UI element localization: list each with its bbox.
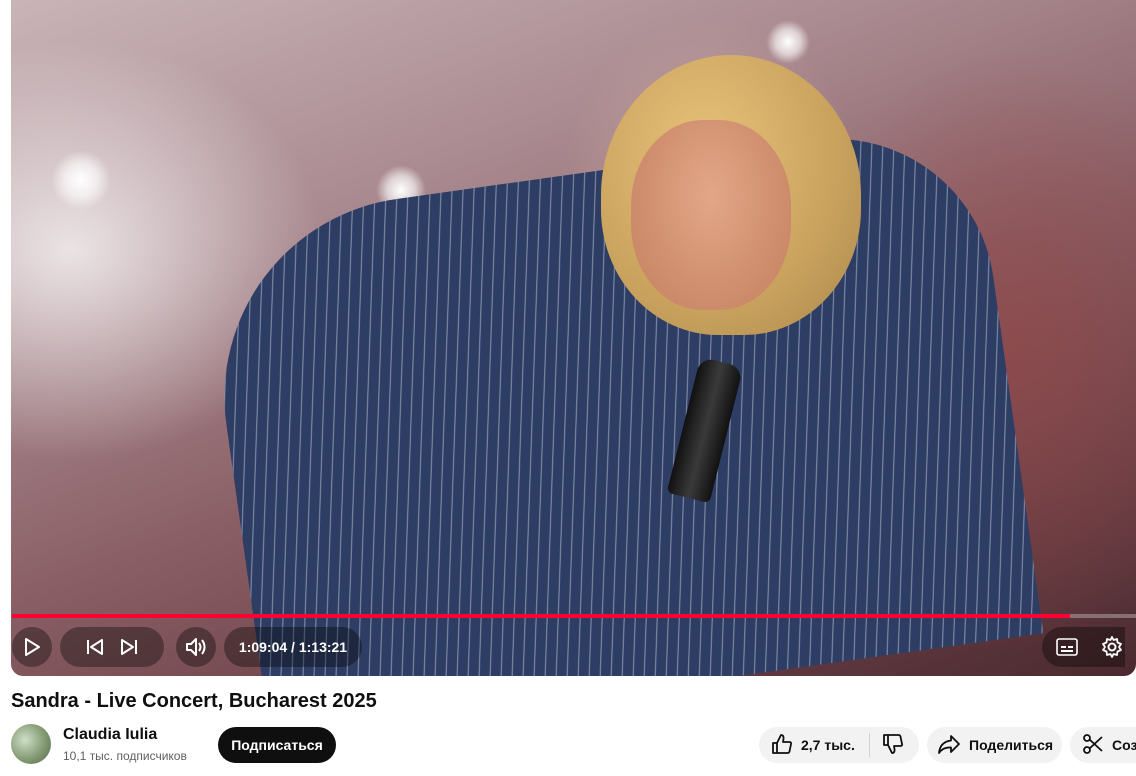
time-text: 1:09:04 / 1:13:21 [238,639,348,655]
scissors-icon [1082,733,1104,758]
progress-bar[interactable] [12,614,1136,618]
video-title: Sandra - Live Concert, Bucharest 2025 [11,690,377,712]
video-frame-face [631,120,791,310]
previous-next-group [60,627,164,667]
stage-light [51,150,111,210]
subscriber-count: 10,1 тыс. подписчиков [63,749,187,763]
channel-name[interactable]: Claudia Iulia [63,726,157,744]
subscribe-button[interactable]: Подписаться [218,727,336,763]
play-button[interactable] [12,627,52,667]
like-count: 2,7 тыс. [801,737,855,753]
thumbs-up-icon [771,733,793,758]
settings-icon [1100,635,1124,659]
volume-icon [184,636,208,658]
play-icon [23,637,41,657]
settings-button[interactable] [1092,627,1125,667]
subtitles-icon [1055,637,1079,657]
like-button[interactable]: 2,7 тыс. [759,727,869,763]
clip-label: Созд [1112,737,1136,753]
stage-light [766,20,810,64]
progress-bar-played [12,614,1070,618]
previous-button[interactable] [85,638,105,656]
subtitles-button[interactable] [1042,627,1092,667]
video-player[interactable] [11,0,1136,676]
time-display: 1:09:04 / 1:13:21 [224,627,362,667]
thumbs-down-icon [882,733,904,758]
share-button[interactable]: Поделиться [927,727,1062,763]
next-button[interactable] [119,638,139,656]
volume-button[interactable] [176,627,216,667]
dislike-button[interactable] [870,727,904,763]
share-label: Поделиться [969,737,1054,753]
clip-button[interactable]: Созд [1070,727,1136,763]
channel-avatar[interactable] [11,724,51,764]
share-arrow-icon [937,733,961,758]
like-dislike-group: 2,7 тыс. [759,727,919,763]
previous-icon [87,639,103,655]
next-icon [121,639,137,655]
